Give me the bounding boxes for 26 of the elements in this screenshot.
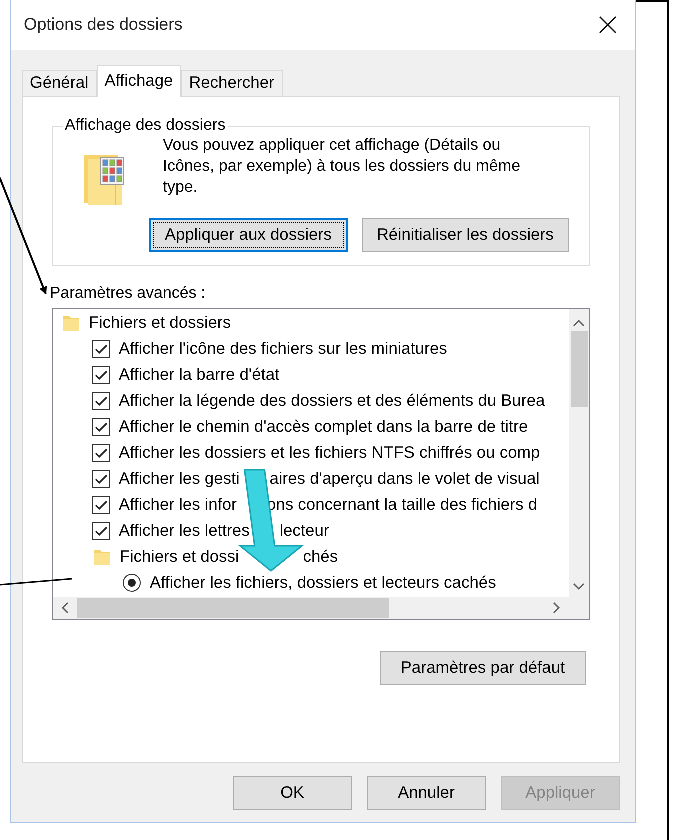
option-label: aires d'aperçu dans le volet de visual (270, 470, 540, 488)
tab[interactable]: Général (22, 70, 97, 96)
description: Vous pouvez appliquer cet affichage (Détails ou Icônes, par exemple) à tous les dossiers du même type. (163, 136, 522, 198)
option-label: Afficher les gesti (119, 470, 240, 488)
option-label: Afficher les fichiers, dossiers et lecteurs cachés (150, 574, 496, 592)
option-label: Afficher les dossiers et les fichiers NTFS chiffrés ou comp (119, 444, 540, 462)
apply-to-folders-button[interactable]: Appliquer aux dossiers (149, 218, 348, 252)
option-label: Afficher l'icône des fichiers sur les miniatures (119, 340, 448, 358)
default-settings-button[interactable]: Paramètres par défaut (380, 651, 586, 685)
tab[interactable]: Rechercher (181, 70, 282, 96)
reset-folders-button[interactable]: Réinitialiser les dossiers (362, 218, 569, 252)
option-label: Afficher la légende des dossiers et des éléments du Burea (119, 392, 546, 410)
ok-button[interactable]: OK (233, 776, 352, 810)
window-title: Options des dossiers (24, 15, 184, 35)
tree-item[interactable]: Fichiers et dossiers (89, 314, 232, 332)
group-title: Affichage des dossiers (64, 117, 227, 135)
tab[interactable]: Affichage (96, 65, 182, 97)
cancel-button[interactable]: Annuler (367, 776, 486, 810)
tree-item[interactable]: chés (303, 548, 338, 566)
option-label: lecteur (280, 522, 330, 540)
section-label: Paramètres avancés : (50, 285, 207, 303)
option-label: Afficher les infor (119, 496, 237, 514)
option-label: Afficher le chemin d'accès complet dans la barre de titre (119, 418, 528, 436)
option-label: Afficher les lettres (119, 522, 250, 540)
tree-item[interactable]: Fichiers et dossi (120, 548, 240, 566)
option-label: Afficher la barre d'état (119, 366, 280, 384)
